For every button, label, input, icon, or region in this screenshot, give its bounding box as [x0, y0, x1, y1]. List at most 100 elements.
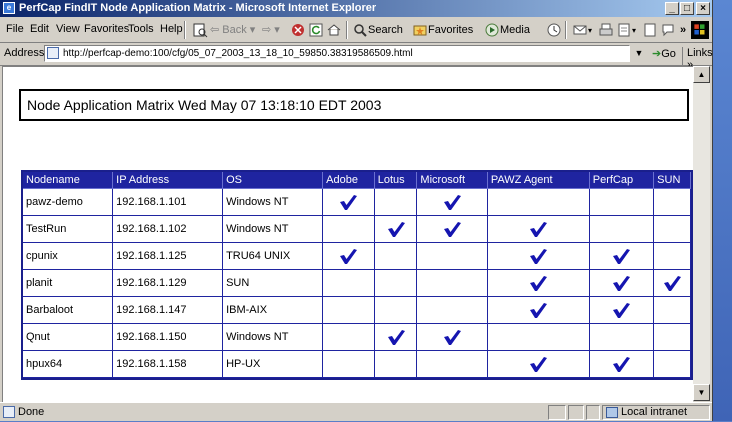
stop-icon[interactable] — [290, 21, 306, 39]
cell-microsoft — [417, 324, 488, 351]
menu-file[interactable]: File — [6, 23, 24, 35]
checkmark-icon — [530, 249, 548, 264]
cell-ip-address: 192.168.1.129 — [113, 270, 224, 297]
checkmark-icon — [613, 249, 631, 264]
cell-microsoft — [417, 189, 488, 216]
home-icon[interactable] — [326, 21, 342, 39]
toolbar-separator — [184, 21, 186, 39]
ie-page-icon: e — [3, 2, 15, 14]
cell-nodename: Barbaloot — [23, 297, 114, 324]
status-panel — [548, 405, 566, 420]
table-row: Qnut 192.168.1.150 Windows NT — [23, 324, 691, 351]
cell-nodename: hpux64 — [23, 351, 114, 378]
edit-icon[interactable]: ▾ — [616, 21, 636, 39]
checkmark-icon — [387, 222, 405, 237]
print-preview-icon[interactable] — [192, 21, 208, 39]
scroll-down-button[interactable]: ▼ — [693, 384, 710, 401]
header-lotus: Lotus — [374, 172, 418, 189]
cell-lotus — [374, 189, 418, 216]
checkmark-icon — [613, 276, 631, 291]
media-label: Media — [500, 24, 530, 36]
toolbar-overflow-chevron[interactable]: » — [680, 21, 686, 39]
minimize-button[interactable]: _ — [665, 2, 679, 15]
table-row: planit 192.168.1.129 SUN — [23, 270, 691, 297]
cell-perfcap — [589, 324, 655, 351]
cell-lotus — [374, 297, 418, 324]
menu-view[interactable]: View — [56, 23, 80, 35]
forward-button[interactable]: ⇨ ▾ — [262, 21, 280, 39]
status-panel — [586, 405, 600, 420]
messenger-icon[interactable] — [660, 21, 676, 39]
checkmark-icon — [664, 276, 682, 291]
close-button[interactable]: × — [696, 2, 710, 15]
checkmark-icon — [340, 195, 358, 210]
print-icon[interactable] — [598, 21, 614, 39]
cell-pawz-agent — [487, 216, 590, 243]
cell-perfcap — [589, 297, 655, 324]
cell-lotus — [374, 216, 418, 243]
search-icon — [354, 24, 367, 37]
maximize-button[interactable]: □ — [680, 2, 694, 15]
history-icon[interactable] — [546, 21, 562, 39]
checkmark-icon — [340, 249, 358, 264]
go-button[interactable]: ➔Go — [652, 47, 676, 60]
scroll-up-button[interactable]: ▲ — [693, 66, 710, 83]
menu-help[interactable]: Help — [160, 23, 183, 35]
toolbar-separator — [565, 21, 567, 39]
cell-pawz-agent — [487, 324, 590, 351]
cell-os: TRU64 UNIX — [223, 243, 324, 270]
header-microsoft: Microsoft — [417, 172, 488, 189]
page-content: Node Application Matrix Wed May 07 13:18… — [2, 66, 693, 402]
zone-label: Local intranet — [621, 406, 688, 418]
checkmark-icon — [530, 276, 548, 291]
media-icon — [485, 23, 499, 37]
header-sun: SUN — [654, 172, 691, 189]
cell-microsoft — [417, 297, 488, 324]
address-dropdown-icon[interactable]: ▼ — [632, 46, 646, 61]
checkmark-icon — [444, 195, 462, 210]
menu-tools[interactable]: Tools — [128, 23, 154, 35]
header-ip-address: IP Address — [113, 172, 224, 189]
status-bar: Done Local intranet — [0, 402, 712, 422]
application-matrix-table: Nodename IP Address OS Adobe Lotus Micro… — [21, 170, 693, 380]
header-nodename: Nodename — [23, 172, 114, 189]
header-pawz-agent: PAWZ Agent — [487, 172, 590, 189]
cell-os: SUN — [223, 270, 324, 297]
mail-icon[interactable]: ▾ — [572, 21, 592, 39]
menu-favorites[interactable]: Favorites — [84, 23, 129, 35]
security-zone[interactable]: Local intranet — [602, 405, 710, 420]
cell-sun — [654, 243, 691, 270]
menu-edit[interactable]: Edit — [30, 23, 49, 35]
cell-adobe — [323, 270, 375, 297]
table-row: TestRun 192.168.1.102 Windows NT — [23, 216, 691, 243]
cell-ip-address: 192.168.1.101 — [113, 189, 224, 216]
cell-lotus — [374, 270, 418, 297]
media-button[interactable]: Media — [484, 21, 530, 39]
cell-microsoft — [417, 270, 488, 297]
cell-perfcap — [589, 216, 655, 243]
back-button[interactable]: ⇦ Back ▾ — [210, 21, 255, 39]
checkmark-icon — [613, 357, 631, 372]
vertical-scrollbar[interactable]: ▲ ▼ — [693, 66, 710, 401]
favorites-button[interactable]: Favorites — [412, 21, 473, 39]
cell-nodename: TestRun — [23, 216, 114, 243]
address-bar: Address http://perfcap-demo:100/cfg/05_0… — [0, 43, 713, 71]
title-bar[interactable]: e PerfCap FindIT Node Application Matrix… — [0, 0, 712, 17]
discuss-icon[interactable] — [642, 21, 658, 39]
checkmark-icon — [530, 357, 548, 372]
favorites-label: Favorites — [428, 24, 474, 36]
cell-os: Windows NT — [223, 216, 324, 243]
desktop-background — [712, 0, 732, 421]
header-adobe: Adobe — [323, 172, 375, 189]
cell-pawz-agent — [487, 189, 590, 216]
favorites-icon — [413, 25, 427, 36]
cell-adobe — [323, 297, 375, 324]
window-title: PerfCap FindIT Node Application Matrix -… — [19, 2, 377, 14]
refresh-icon[interactable] — [308, 21, 324, 39]
cell-adobe — [323, 189, 375, 216]
address-input[interactable]: http://perfcap-demo:100/cfg/05_07_2003_1… — [44, 45, 630, 62]
cell-os: IBM-AIX — [223, 297, 324, 324]
checkmark-icon — [530, 303, 548, 318]
cell-pawz-agent — [487, 243, 590, 270]
search-button[interactable]: Search — [352, 21, 403, 39]
